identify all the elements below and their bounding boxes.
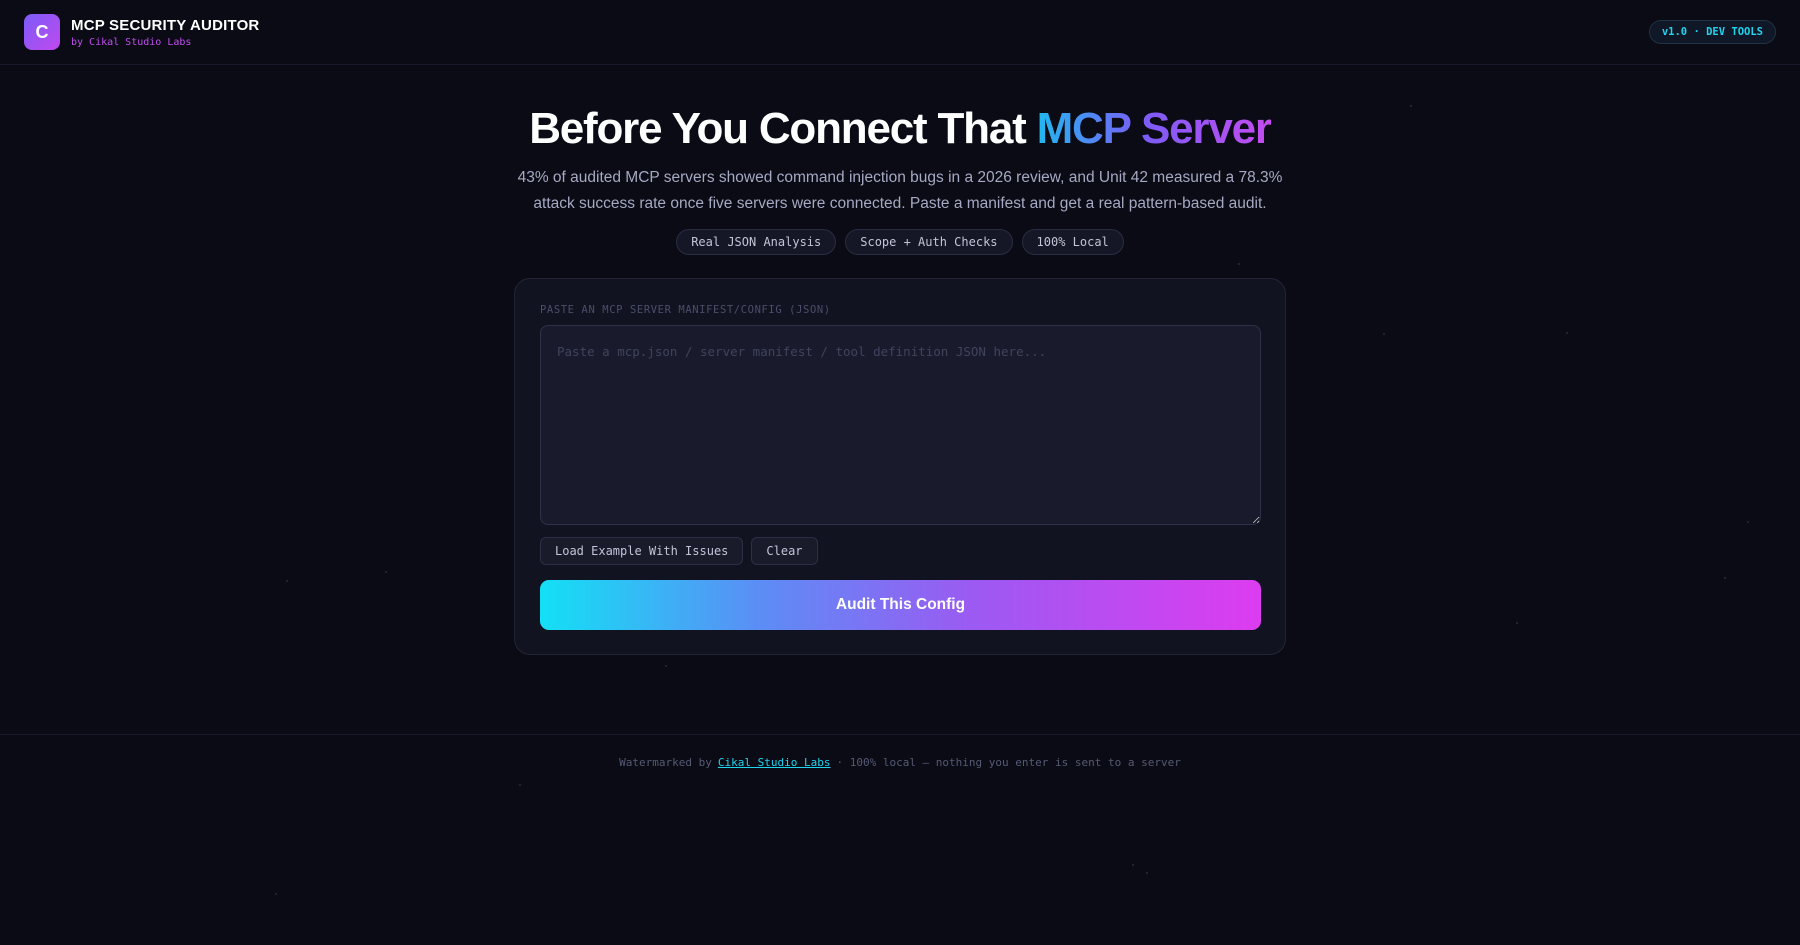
audit-config-button[interactable]: Audit This Config [540,580,1261,630]
background-star [1566,332,1568,334]
hero-description: 43% of audited MCP servers showed comman… [517,169,1283,212]
feature-chip: Scope + Auth Checks [845,229,1013,255]
footer: Watermarked by Cikal Studio Labs · 100% … [0,734,1800,790]
auditor-card: PASTE AN MCP SERVER MANIFEST/CONFIG (JSO… [514,278,1286,655]
background-star [1747,521,1749,523]
app-title: MCP SECURITY AUDITOR [71,16,260,34]
background-star [1724,577,1726,579]
hero-title-accent: MCP Server [1036,104,1272,153]
load-example-button[interactable]: Load Example With Issues [540,537,744,565]
feature-chips: Real JSON Analysis Scope + Auth Checks 1… [0,229,1800,255]
hero-title: Before You Connect That MCP Server [0,104,1800,154]
brand-text: MCP SECURITY AUDITOR by Cikal Studio Lab… [71,17,259,48]
version-badge: v1.0 · DEV TOOLS [1648,20,1776,44]
feature-chip: Real JSON Analysis [676,229,837,255]
manifest-field-label: PASTE AN MCP SERVER MANIFEST/CONFIG (JSO… [540,304,831,316]
feature-chip: 100% Local [1021,229,1124,255]
app-subtitle: by Cikal Studio Labs [71,36,192,48]
brand[interactable]: C MCP SECURITY AUDITOR by Cikal Studio L… [24,14,259,50]
clear-button[interactable]: Clear [751,537,818,565]
background-star [1132,864,1134,866]
background-star [1383,333,1385,335]
footer-studio-link[interactable]: Cikal Studio Labs [718,756,831,769]
background-star [286,580,288,582]
background-star [1516,622,1518,624]
app-logo: C [24,14,60,50]
footer-suffix: · 100% local — nothing you enter is sent… [836,756,1181,769]
footer-prefix: Watermarked by [619,756,712,769]
top-header: C MCP SECURITY AUDITOR by Cikal Studio L… [0,0,1800,65]
manifest-json-input[interactable] [540,325,1261,525]
input-actions: Load Example With Issues Clear [540,537,818,565]
hero-title-plain: Before You Connect That [529,104,1037,153]
background-star [665,665,667,667]
background-star [385,571,387,573]
background-star [1238,263,1240,265]
background-star [275,893,277,895]
background-star [1146,872,1148,874]
